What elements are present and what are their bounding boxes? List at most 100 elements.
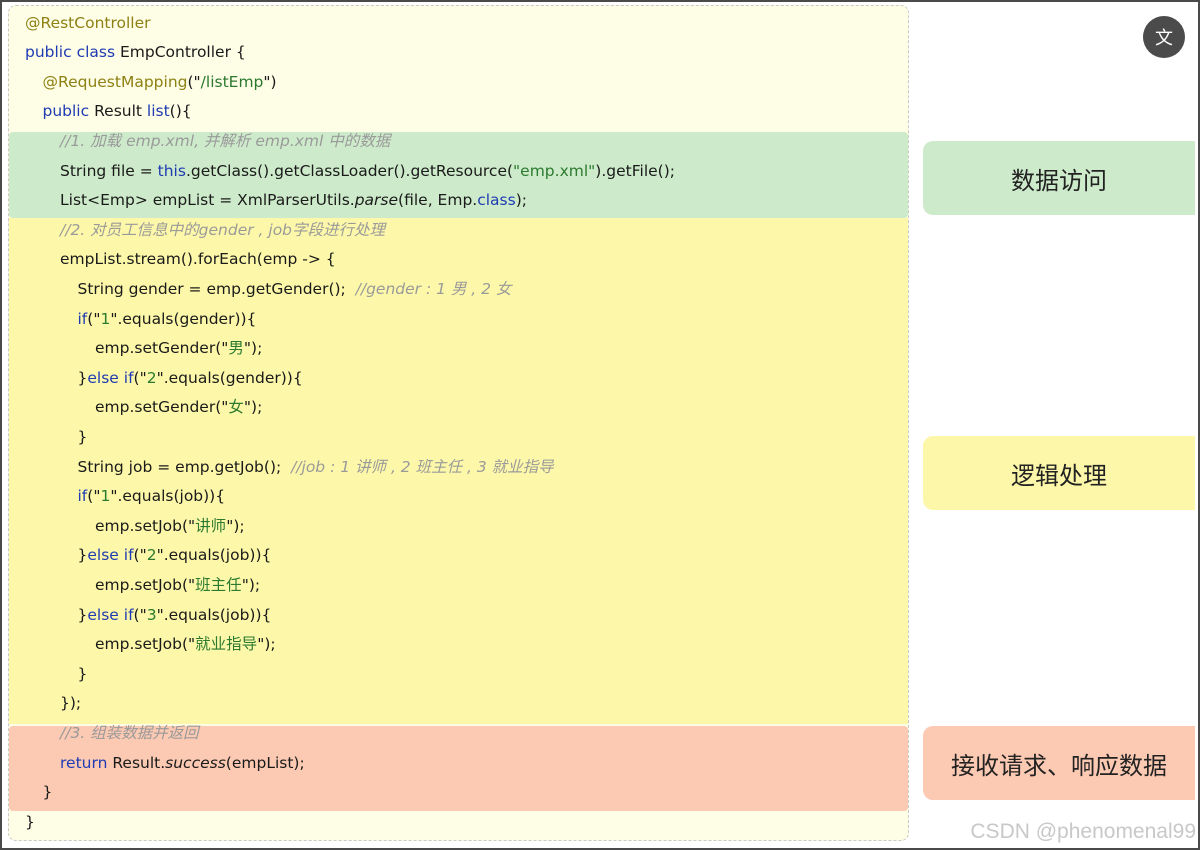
code-token: public xyxy=(42,102,95,121)
code-token: } xyxy=(77,664,88,683)
code-token: //gender : 1 男 , 2 女 xyxy=(355,279,512,298)
code-token: 1 xyxy=(100,487,111,506)
code-token: ".equals(gender)){ xyxy=(156,368,303,387)
code-token: parse xyxy=(354,191,399,210)
translate-icon: 文 xyxy=(1155,28,1173,49)
code-token: EmpController { xyxy=(119,43,246,62)
code-token: ).getFile(); xyxy=(595,161,675,180)
code-line: public Result list(){ xyxy=(43,97,192,127)
code-token: String file = xyxy=(60,161,158,180)
code-line: String gender = emp.getGender(); //gende… xyxy=(78,275,512,305)
code-token: 班主任 xyxy=(195,575,242,594)
code-line: } xyxy=(43,778,53,808)
code-line: String job = emp.getJob(); //job : 1 讲师 … xyxy=(78,453,554,483)
code-token: } xyxy=(25,812,35,831)
code-token: class xyxy=(477,191,516,210)
code-token: List<Emp> empList = XmlParserUtils. xyxy=(60,191,355,210)
code-token: (" xyxy=(133,546,147,565)
code-line: if("1".equals(job)){ xyxy=(78,482,226,512)
code-token: 就业指导 xyxy=(195,635,258,654)
code-token: } xyxy=(42,783,53,802)
code-token: } xyxy=(77,427,88,446)
code-token: String job = emp.getJob(); xyxy=(77,457,292,476)
code-line: public class EmpController { xyxy=(25,38,246,68)
logic-processing-label: 逻辑处理 xyxy=(923,436,1195,510)
code-line: emp.setJob("讲师"); xyxy=(95,512,245,542)
code-line: } xyxy=(25,808,35,838)
code-token: Result. xyxy=(112,753,166,772)
code-token: "); xyxy=(241,575,261,594)
code-token: String gender = emp.getGender(); xyxy=(77,279,356,298)
code-line: @RestController xyxy=(25,9,151,39)
code-token: 男 xyxy=(228,339,244,358)
translate-button[interactable]: 文 xyxy=(1143,16,1185,58)
code-token: 3 xyxy=(146,605,157,624)
code-token: "); xyxy=(226,516,245,535)
code-token: (empList); xyxy=(225,753,305,772)
code-line: if("1".equals(gender)){ xyxy=(78,305,257,335)
code-token: ".equals(gender)){ xyxy=(110,309,257,328)
code-line: @RequestMapping("/listEmp") xyxy=(43,68,277,98)
code-token: public class xyxy=(25,43,120,62)
code-line: empList.stream().forEach(emp -> { xyxy=(60,245,336,275)
code-token: success xyxy=(165,753,226,772)
code-token: //1. 加载 emp.xml, 并解析 emp.xml 中的数据 xyxy=(60,131,391,150)
code-token: "emp.xml" xyxy=(513,161,596,180)
code-token: (" xyxy=(87,487,101,506)
code-token: else if xyxy=(87,605,134,624)
code-line: //1. 加载 emp.xml, 并解析 emp.xml 中的数据 xyxy=(60,127,390,157)
code-token: else if xyxy=(87,368,134,387)
code-token: } xyxy=(77,605,88,624)
code-token: (" xyxy=(133,605,147,624)
code-token: 2 xyxy=(146,368,157,387)
code-token: "); xyxy=(243,398,263,417)
code-token: Result xyxy=(94,102,147,121)
code-line: return Result.success(empList); xyxy=(60,749,305,779)
code-token: ".equals(job)){ xyxy=(156,546,272,565)
code-token: 讲师 xyxy=(195,516,227,535)
code-token: this xyxy=(157,161,186,180)
code-line: //2. 对员工信息中的gender , job字段进行处理 xyxy=(60,216,385,246)
code-token: emp.setJob(" xyxy=(95,575,196,594)
code-token: ") xyxy=(263,72,277,91)
code-line: emp.setJob("班主任"); xyxy=(95,571,260,601)
code-line: String file = this.getClass().getClassLo… xyxy=(60,157,675,187)
code-token: emp.setJob(" xyxy=(95,516,196,535)
code-line: }else if("2".equals(gender)){ xyxy=(78,364,303,394)
code-token: "); xyxy=(257,635,276,654)
code-token: /listEmp xyxy=(200,72,264,91)
data-access-label: 数据访问 xyxy=(923,141,1195,215)
code-line: emp.setJob("就业指导"); xyxy=(95,630,276,660)
code-token: ); xyxy=(515,191,527,210)
code-token: //2. 对员工信息中的gender , job字段进行处理 xyxy=(60,220,386,239)
code-token: emp.setGender(" xyxy=(95,398,229,417)
code-token: } xyxy=(77,368,88,387)
code-token: "); xyxy=(243,339,263,358)
code-token: (){ xyxy=(169,102,192,121)
code-token: 2 xyxy=(146,546,157,565)
watermark: CSDN @phenomenal99 xyxy=(970,820,1196,843)
code-token: ".equals(job)){ xyxy=(156,605,272,624)
code-token: (" xyxy=(133,368,147,387)
code-token: emp.setJob(" xyxy=(95,635,196,654)
code-token: 女 xyxy=(228,398,244,417)
code-token: 1 xyxy=(100,309,111,328)
code-line: emp.setGender("女"); xyxy=(95,393,262,423)
code-card: @RestController public class EmpControlle… xyxy=(8,5,909,841)
code-line: //3. 组装数据并返回 xyxy=(60,719,199,749)
code-line: emp.setGender("男"); xyxy=(95,334,262,364)
code-line: }else if("3".equals(job)){ xyxy=(78,601,272,631)
code-line: } xyxy=(78,423,88,453)
code-token: //3. 组装数据并返回 xyxy=(60,723,199,742)
code-token: (" xyxy=(87,309,101,328)
code-token: return xyxy=(60,753,113,772)
code-token: } xyxy=(77,546,88,565)
code-token: empList.stream().forEach(emp -> { xyxy=(60,250,336,269)
code-token: emp.setGender(" xyxy=(95,339,229,358)
code-line: } xyxy=(78,660,88,690)
code-token: ".equals(job)){ xyxy=(110,487,226,506)
code-token: (" xyxy=(187,72,201,91)
code-token: @RestController xyxy=(25,13,151,32)
code-token: @RequestMapping xyxy=(42,72,188,91)
code-line: List<Emp> empList = XmlParserUtils.parse… xyxy=(60,186,527,216)
